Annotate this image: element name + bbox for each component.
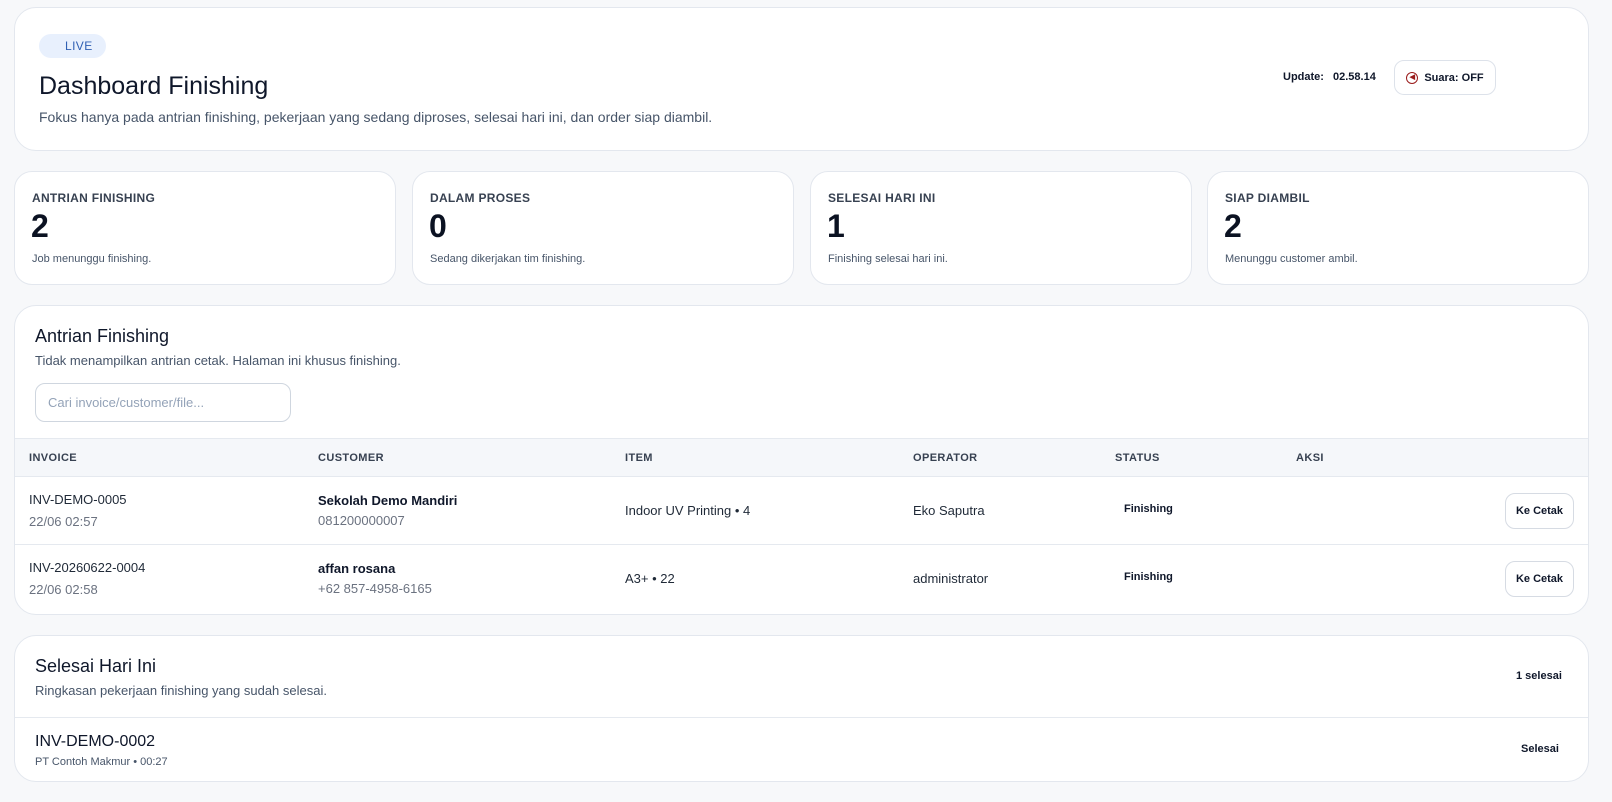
stat-desc: Job menunggu finishing.	[32, 253, 152, 265]
invoice-date: 22/06 02:58	[29, 582, 98, 597]
section-title: Antrian Finishing	[35, 326, 170, 346]
stat-card-selesai-hari-ini: SELESAI HARI INI 1 Finishing selesai har…	[810, 171, 1192, 285]
done-today-card: Selesai Hari Ini Ringkasan pekerjaan fin…	[14, 635, 1589, 782]
table-header: INVOICE CUSTOMER ITEM OPERATOR STATUS AK…	[15, 438, 1588, 477]
done-meta: PT Contoh Makmur • 00:27	[35, 756, 168, 768]
update-time: 02.58.14	[1333, 71, 1376, 83]
section-title: Selesai Hari Ini	[35, 656, 157, 676]
stat-card-antrian-finishing: ANTRIAN FINISHING 2 Job menunggu finishi…	[14, 171, 396, 285]
column-header-status: STATUS	[1115, 452, 1160, 464]
table-row: INV-DEMO-0005 22/06 02:57 Sekolah Demo M…	[15, 477, 1588, 545]
update-label: Update:	[1283, 71, 1324, 83]
customer-name: affan rosana	[318, 561, 396, 576]
status-badge: Finishing	[1124, 571, 1173, 583]
done-count-badge: 1 selesai	[1516, 670, 1562, 682]
stat-label: SELESAI HARI INI	[828, 191, 936, 205]
stat-label: ANTRIAN FINISHING	[32, 191, 156, 205]
section-subtitle: Tidak menampilkan antrian cetak. Halaman…	[35, 353, 401, 368]
invoice-number: INV-DEMO-0005	[29, 492, 127, 507]
done-invoice: INV-DEMO-0002	[35, 733, 156, 750]
stat-value: 0	[429, 208, 447, 244]
item-desc: A3+ • 22	[625, 571, 675, 586]
stat-desc: Sedang dikerjakan tim finishing.	[430, 253, 586, 265]
table-row: INV-20260622-0004 22/06 02:58 affan rosa…	[15, 545, 1588, 613]
stat-value: 2	[31, 208, 49, 244]
operator-name: administrator	[913, 571, 989, 586]
page-title: Dashboard Finishing	[39, 72, 269, 100]
column-header-operator: OPERATOR	[913, 452, 978, 464]
finishing-queue-card: Antrian Finishing Tidak menampilkan antr…	[14, 305, 1589, 615]
column-header-item: ITEM	[625, 452, 653, 464]
stat-label: DALAM PROSES	[430, 191, 531, 205]
ke-cetak-button[interactable]: Ke Cetak	[1505, 561, 1574, 597]
sound-off-icon: ◀	[1406, 71, 1419, 84]
status-badge: Selesai	[1521, 743, 1559, 755]
customer-phone: +62 857-4958-6165	[318, 581, 432, 596]
update-indicator: Update: 02.58.14	[1283, 71, 1376, 83]
invoice-number: INV-20260622-0004	[29, 560, 146, 575]
invoice-date: 22/06 02:57	[29, 514, 98, 529]
column-header-aksi: AKSI	[1296, 452, 1324, 464]
column-header-customer: CUSTOMER	[318, 452, 384, 464]
stat-desc: Finishing selesai hari ini.	[828, 253, 948, 265]
status-badge: Finishing	[1124, 503, 1173, 515]
divider	[15, 717, 1588, 718]
stat-card-siap-diambil: SIAP DIAMBIL 2 Menunggu customer ambil.	[1207, 171, 1589, 285]
ke-cetak-button[interactable]: Ke Cetak	[1505, 493, 1574, 529]
sound-toggle-button[interactable]: ◀ Suara: OFF	[1394, 60, 1496, 95]
sound-toggle-label: Suara: OFF	[1424, 71, 1484, 84]
page-subtitle: Fokus hanya pada antrian finishing, peke…	[39, 109, 713, 125]
stat-label: SIAP DIAMBIL	[1225, 191, 1310, 205]
stat-desc: Menunggu customer ambil.	[1225, 253, 1358, 265]
section-subtitle: Ringkasan pekerjaan finishing yang sudah…	[35, 683, 327, 698]
stat-card-dalam-proses: DALAM PROSES 0 Sedang dikerjakan tim fin…	[412, 171, 794, 285]
stat-value: 2	[1224, 208, 1242, 244]
header-card: LIVE Dashboard Finishing Fokus hanya pad…	[14, 7, 1589, 151]
operator-name: Eko Saputra	[913, 503, 985, 518]
stat-value: 1	[827, 208, 845, 244]
column-header-invoice: INVOICE	[29, 452, 78, 464]
customer-name: Sekolah Demo Mandiri	[318, 493, 458, 508]
search-input[interactable]	[35, 383, 291, 422]
customer-phone: 081200000007	[318, 513, 405, 528]
live-badge: LIVE	[39, 34, 106, 58]
item-desc: Indoor UV Printing • 4	[625, 503, 751, 518]
